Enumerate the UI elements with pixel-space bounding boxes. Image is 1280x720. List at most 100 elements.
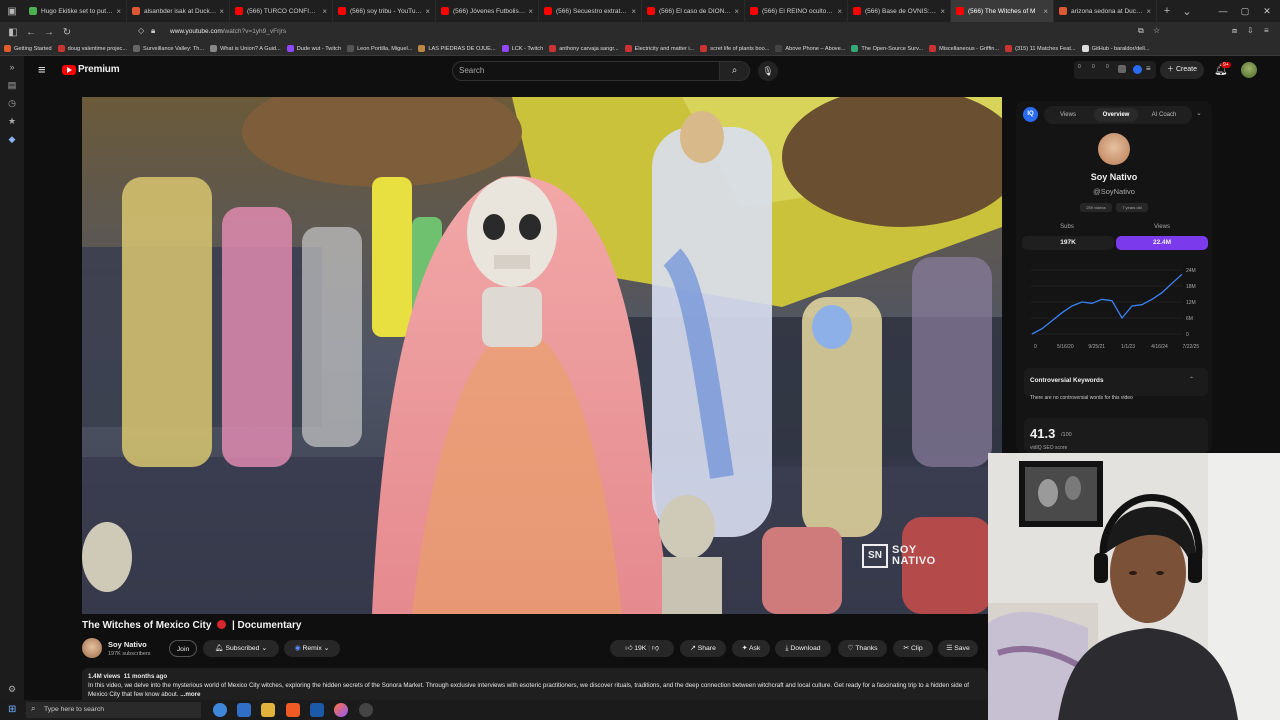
- dislike-button[interactable]: 👎︎: [652, 645, 659, 652]
- bookmark-star-icon[interactable]: ☆: [1153, 26, 1160, 35]
- close-tab-icon[interactable]: ×: [425, 7, 430, 16]
- steam-taskbar-icon[interactable]: [310, 703, 324, 717]
- screen-share-icon[interactable]: ⧉: [1138, 26, 1144, 36]
- shield-icon[interactable]: ◇: [138, 26, 144, 35]
- bookmark-item[interactable]: GitHub - baraldor/dell...: [1081, 45, 1149, 52]
- more-link[interactable]: ...more: [180, 691, 200, 698]
- thanks-button[interactable]: ♡ Thanks: [838, 640, 887, 657]
- forward-icon[interactable]: →: [40, 27, 58, 38]
- download-button[interactable]: ⤓ Download: [775, 640, 831, 657]
- sidebar-toggle-icon[interactable]: ◧: [4, 27, 22, 38]
- assistant-icon[interactable]: ◆: [6, 134, 18, 145]
- file-explorer-taskbar-icon[interactable]: [261, 703, 275, 717]
- remix-button[interactable]: ◉ Remix ⌄: [284, 640, 340, 657]
- close-tab-icon[interactable]: ×: [631, 7, 636, 16]
- account-avatar[interactable]: [1241, 62, 1257, 78]
- bookmark-item[interactable]: Electricity and matter i...: [624, 45, 694, 52]
- history-icon[interactable]: ◷: [6, 98, 18, 109]
- browser-tab[interactable]: (566) The Witches of M ×: [951, 0, 1054, 22]
- new-tab-icon[interactable]: +: [1157, 5, 1177, 17]
- browser-tab[interactable]: (566) TURCO CONFIRMA M×: [230, 0, 333, 22]
- reload-icon[interactable]: ↻: [58, 27, 76, 38]
- bookmark-item[interactable]: Above Phone – Above...: [775, 45, 845, 52]
- clip-button[interactable]: ✂ Clip: [893, 640, 933, 657]
- store-taskbar-icon[interactable]: [237, 703, 251, 717]
- channel-avatar[interactable]: [82, 638, 102, 658]
- save-button[interactable]: ☰ Save: [938, 640, 978, 657]
- obs-taskbar-icon[interactable]: [359, 703, 373, 717]
- bookmark-item[interactable]: Miscellaneous - Griffin...: [929, 45, 999, 52]
- chrome-taskbar-icon[interactable]: [213, 703, 227, 717]
- browser-tab[interactable]: (566) Jóvenes Futbolistas M×: [436, 0, 539, 22]
- close-tab-icon[interactable]: ×: [528, 7, 533, 16]
- bookmark-item[interactable]: (315) 11 Matches Feat...: [1005, 45, 1076, 52]
- settings-gear-icon[interactable]: ⚙: [6, 684, 18, 695]
- search-input[interactable]: Search: [452, 61, 720, 81]
- bookmark-item[interactable]: doug valentime projec...: [57, 45, 127, 52]
- close-tab-icon[interactable]: ×: [1043, 7, 1048, 16]
- browser-tab[interactable]: (566) El caso de DIONISIO I×: [642, 0, 745, 22]
- chevron-down-icon[interactable]: ⌄: [1196, 109, 1202, 117]
- close-tab-icon[interactable]: ×: [322, 7, 327, 16]
- like-button[interactable]: 👍︎ 19K: [625, 645, 646, 652]
- bookmark-item[interactable]: Leon Portilla, Miguel...: [347, 45, 412, 52]
- bookmark-item[interactable]: The Open-Source Surv...: [851, 45, 923, 52]
- bookmark-item[interactable]: LCK - Twitch: [501, 45, 543, 52]
- youtube-premium-label[interactable]: Premium: [78, 64, 120, 75]
- video-player[interactable]: SN SOY NATIVO: [82, 97, 1002, 614]
- vidiq-tab-views[interactable]: Views: [1048, 108, 1088, 122]
- close-tab-icon[interactable]: ×: [734, 7, 739, 16]
- bookmark-item[interactable]: LAS PIEDRAS DE OJUE...: [418, 45, 496, 52]
- close-window-icon[interactable]: ✕: [1254, 0, 1280, 22]
- close-tab-icon[interactable]: ×: [837, 7, 842, 16]
- views-stat-button[interactable]: 22.4M: [1116, 236, 1208, 250]
- join-button[interactable]: Join: [169, 640, 197, 657]
- downloads-icon[interactable]: ⇩: [1247, 26, 1254, 35]
- close-tab-icon[interactable]: ×: [116, 7, 121, 16]
- bookmark-item[interactable]: anthony carvaja sangr...: [549, 45, 619, 52]
- voice-search-button[interactable]: 🎙︎: [758, 61, 778, 81]
- bookmark-item[interactable]: Dude wut - Twitch: [286, 45, 341, 52]
- bookmark-item[interactable]: What is Union? A Guid...: [210, 45, 281, 52]
- address-bar[interactable]: www.youtube.com/watch?v=1yh9_vFrjrs: [170, 25, 1160, 39]
- browser-tab[interactable]: (566) Secuestro extraterres ×: [539, 0, 642, 22]
- ask-button[interactable]: ✦ Ask: [732, 640, 770, 657]
- vidiq-toolbar[interactable]: 0 0 0 ≡: [1074, 61, 1156, 79]
- browser-tab[interactable]: (566) soy tribu - YouTube ×: [333, 0, 436, 22]
- bookmark-item[interactable]: Getting Started: [4, 45, 52, 52]
- expand-sidebar-icon[interactable]: »: [6, 62, 18, 72]
- bookmark-item[interactable]: scret life of plants boo...: [700, 45, 769, 52]
- lock-icon[interactable]: 🔒︎: [151, 26, 155, 36]
- close-tab-icon[interactable]: ×: [940, 7, 945, 16]
- browser-tab[interactable]: alsanbder isak at DuckDuckGo×: [127, 0, 230, 22]
- vidiq-tab-overview[interactable]: Overview: [1094, 108, 1138, 122]
- browser-tab[interactable]: (566) Base de OVNIS: El Mis×: [848, 0, 951, 22]
- reading-list-icon[interactable]: ▤: [6, 80, 18, 91]
- browser-tab[interactable]: Hugo Ekitike set to put finish×: [24, 0, 127, 22]
- brave-taskbar-icon[interactable]: [286, 703, 300, 717]
- taskbar-search-input[interactable]: Type here to search: [26, 702, 201, 718]
- share-button[interactable]: ↗ Share: [680, 640, 726, 657]
- tab-list-chevron-icon[interactable]: ⌄: [1177, 5, 1197, 18]
- create-button[interactable]: ＋ Create: [1160, 61, 1204, 79]
- browser-tab[interactable]: (566) El REINO oculto Bajo ×: [745, 0, 848, 22]
- channel-name[interactable]: Soy Nativo: [108, 640, 147, 649]
- subscribed-button[interactable]: 🔔︎ Subscribed ⌄: [203, 640, 279, 657]
- close-tab-icon[interactable]: ×: [219, 7, 224, 16]
- subs-stat-button[interactable]: 197K: [1022, 236, 1114, 250]
- youtube-logo-icon[interactable]: [62, 65, 76, 75]
- tab-actions-icon[interactable]: ▣: [0, 0, 24, 22]
- extensions-icon[interactable]: ⧈: [1232, 26, 1237, 36]
- vidiq-logo-icon[interactable]: IQ: [1023, 107, 1038, 122]
- bookmarks-icon[interactable]: ★: [6, 116, 18, 127]
- browser-tab[interactable]: arizona sedona at DuckDuckGo×: [1054, 0, 1157, 22]
- bookmark-item[interactable]: Surveillance Valley: Th...: [133, 45, 204, 52]
- start-windows-icon[interactable]: ⊞: [8, 704, 16, 715]
- hamburger-menu-icon[interactable]: ≡: [38, 62, 46, 77]
- vidiq-tab-ai-coach[interactable]: AI Coach: [1142, 108, 1186, 122]
- back-icon[interactable]: ←: [22, 27, 40, 38]
- close-tab-icon[interactable]: ×: [1146, 7, 1151, 16]
- chevron-up-icon[interactable]: ⌃: [1189, 376, 1194, 383]
- firefox-taskbar-icon[interactable]: [334, 703, 348, 717]
- menu-icon[interactable]: ≡: [1264, 26, 1269, 35]
